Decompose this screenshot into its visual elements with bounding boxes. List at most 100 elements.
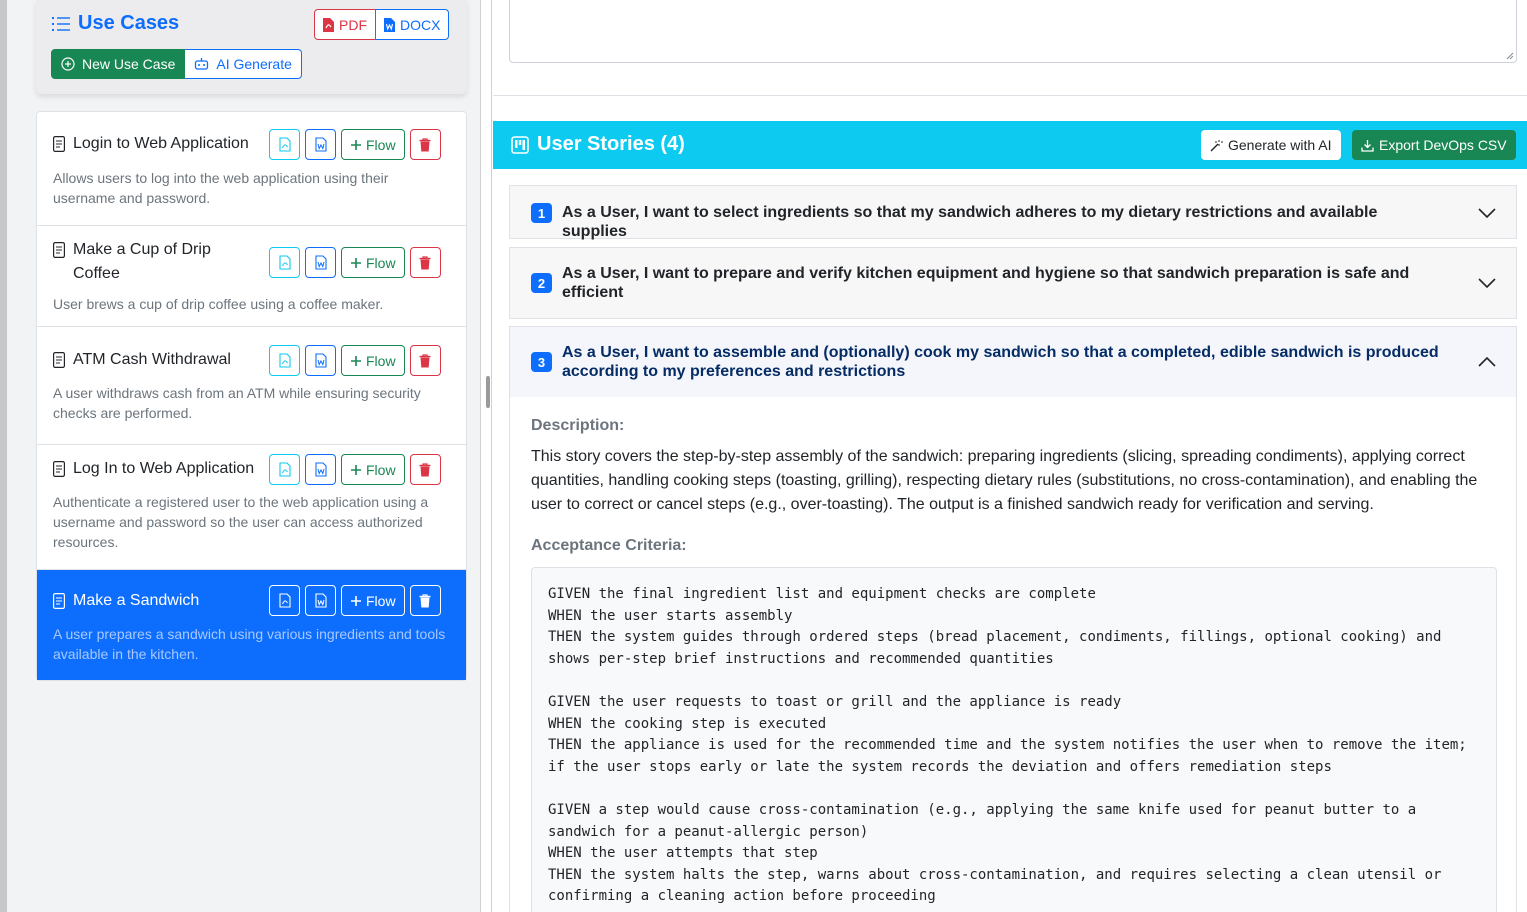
story-title: As a User, I want to select ingredients … bbox=[562, 204, 1378, 240]
ai-generate-button[interactable]: AI Generate bbox=[185, 49, 302, 79]
text-area[interactable] bbox=[509, 0, 1517, 63]
use-case-description: A user withdraws cash from an ATM while … bbox=[53, 385, 421, 421]
plus-icon bbox=[351, 595, 361, 606]
use-case-item[interactable]: Login to Web Application Flow Allows use… bbox=[37, 112, 466, 226]
story-title: As a User, I want to prepare and verify … bbox=[562, 265, 1410, 301]
export-word-button[interactable] bbox=[305, 247, 336, 278]
export-word-button[interactable] bbox=[305, 585, 336, 616]
resize-grip-icon[interactable] bbox=[1504, 50, 1514, 60]
magic-wand-icon bbox=[1210, 139, 1223, 151]
export-pdf-button[interactable] bbox=[269, 129, 300, 160]
document-icon bbox=[53, 352, 65, 368]
export-word-button[interactable] bbox=[305, 454, 336, 485]
window-edge bbox=[0, 0, 7, 912]
export-word-button[interactable] bbox=[305, 129, 336, 160]
word-file-icon bbox=[314, 353, 327, 368]
use-case-name: Make a Cup of Drip Coffee bbox=[53, 238, 243, 286]
delete-button[interactable] bbox=[409, 585, 441, 616]
delete-button[interactable] bbox=[409, 454, 441, 485]
user-story-details: Description: This story covers the step-… bbox=[509, 397, 1517, 912]
use-case-description: Authenticate a registered user to the we… bbox=[53, 494, 429, 550]
kanban-icon bbox=[511, 135, 529, 154]
flow-label: Flow bbox=[366, 352, 396, 369]
export-pdf-button[interactable] bbox=[269, 454, 300, 485]
flow-button[interactable]: Flow bbox=[341, 345, 405, 376]
pdf-file-icon bbox=[278, 462, 291, 477]
download-icon bbox=[1361, 139, 1374, 152]
export-group: PDF DOCX bbox=[314, 9, 450, 40]
use-case-buttons: Flow bbox=[269, 247, 441, 278]
delete-button[interactable] bbox=[409, 247, 441, 278]
document-icon bbox=[53, 242, 65, 258]
pdf-file-icon bbox=[278, 255, 291, 270]
use-case-actions: New Use Case AI Generate bbox=[51, 49, 302, 79]
use-case-name: Log In to Web Application bbox=[53, 457, 254, 481]
export-devops-csv-button[interactable]: Export DevOps CSV bbox=[1352, 130, 1516, 160]
word-file-icon bbox=[314, 593, 327, 608]
story-number-badge: 2 bbox=[531, 273, 552, 293]
trash-icon bbox=[419, 593, 431, 607]
use-case-buttons: Flow bbox=[269, 585, 441, 616]
flow-label: Flow bbox=[366, 254, 396, 271]
flow-label: Flow bbox=[366, 592, 396, 609]
export-pdf-button[interactable]: PDF bbox=[314, 9, 376, 40]
new-use-case-label: New Use Case bbox=[82, 56, 176, 72]
flow-button[interactable]: Flow bbox=[341, 129, 405, 160]
chevron-down-icon[interactable] bbox=[1478, 208, 1496, 218]
pdf-file-icon bbox=[278, 137, 291, 152]
user-stories-title-text: User Stories (4) bbox=[537, 133, 685, 155]
use-case-name: ATM Cash Withdrawal bbox=[53, 348, 231, 372]
export-word-button[interactable] bbox=[305, 345, 336, 376]
use-case-buttons: Flow bbox=[269, 454, 441, 485]
new-use-case-button[interactable]: New Use Case bbox=[51, 49, 186, 79]
trash-icon bbox=[419, 462, 431, 476]
use-case-item[interactable]: Make a Cup of Drip Coffee Flow User brew… bbox=[37, 226, 466, 327]
ai-generate-label: AI Generate bbox=[216, 56, 292, 72]
export-pdf-button[interactable] bbox=[269, 585, 300, 616]
user-story-accordion-item[interactable]: 1 As a User, I want to select ingredient… bbox=[509, 185, 1517, 240]
use-cases-header: Use Cases PDF DOCX New Use Case AI Gener… bbox=[36, 0, 467, 94]
use-case-description: A user prepares a sandwich using various… bbox=[53, 626, 446, 662]
delete-button[interactable] bbox=[409, 345, 441, 376]
robot-icon bbox=[195, 58, 209, 70]
chevron-down-icon[interactable] bbox=[1478, 278, 1496, 288]
pane-splitter[interactable] bbox=[480, 0, 492, 912]
card-divider bbox=[493, 95, 1527, 96]
plus-icon bbox=[351, 139, 361, 150]
flow-button[interactable]: Flow bbox=[341, 454, 405, 485]
use-case-name-text: Log In to Web Application bbox=[73, 460, 255, 477]
use-case-item[interactable]: ATM Cash Withdrawal Flow A user withdraw… bbox=[37, 327, 466, 445]
export-pdf-button[interactable] bbox=[269, 345, 300, 376]
trash-icon bbox=[419, 353, 431, 367]
story-description: This story covers the step-by-step assem… bbox=[531, 448, 1478, 513]
word-file-icon bbox=[314, 137, 327, 152]
pdf-file-icon bbox=[278, 593, 291, 608]
list-icon bbox=[52, 16, 70, 31]
chevron-up-icon[interactable] bbox=[1478, 357, 1496, 367]
use-case-buttons: Flow bbox=[269, 345, 441, 376]
acceptance-criteria-block: GIVEN the final ingredient list and equi… bbox=[531, 567, 1497, 912]
document-icon bbox=[53, 136, 65, 152]
acceptance-criteria-label: Acceptance Criteria: bbox=[531, 537, 687, 554]
export-pdf-button[interactable] bbox=[269, 247, 300, 278]
use-case-item-active[interactable]: Make a Sandwich Flow A user prepares a s… bbox=[37, 570, 466, 680]
flow-button[interactable]: Flow bbox=[341, 247, 405, 278]
use-case-description: User brews a cup of drip coffee using a … bbox=[53, 296, 384, 312]
use-case-name: Make a Sandwich bbox=[53, 589, 199, 613]
export-docx-button[interactable]: DOCX bbox=[376, 9, 450, 40]
user-stories-title: User Stories (4) bbox=[511, 133, 685, 156]
trash-icon bbox=[419, 137, 431, 151]
flow-label: Flow bbox=[366, 461, 396, 478]
splitter-handle[interactable] bbox=[486, 376, 490, 408]
use-case-item[interactable]: Log In to Web Application Flow Authentic… bbox=[37, 445, 466, 570]
user-story-accordion-item-open[interactable]: 3 As a User, I want to assemble and (opt… bbox=[509, 326, 1517, 398]
flow-button[interactable]: Flow bbox=[341, 585, 405, 616]
generate-with-ai-button[interactable]: Generate with AI bbox=[1201, 130, 1341, 160]
delete-button[interactable] bbox=[409, 129, 441, 160]
user-stories-header: User Stories (4) Generate with AI Export… bbox=[493, 121, 1527, 169]
use-case-name-text: Login to Web Application bbox=[73, 135, 249, 152]
plus-icon bbox=[351, 257, 361, 268]
generate-with-ai-label: Generate with AI bbox=[1228, 137, 1332, 153]
flow-label: Flow bbox=[366, 136, 396, 153]
user-story-accordion-item[interactable]: 2 As a User, I want to prepare and verif… bbox=[509, 247, 1517, 319]
